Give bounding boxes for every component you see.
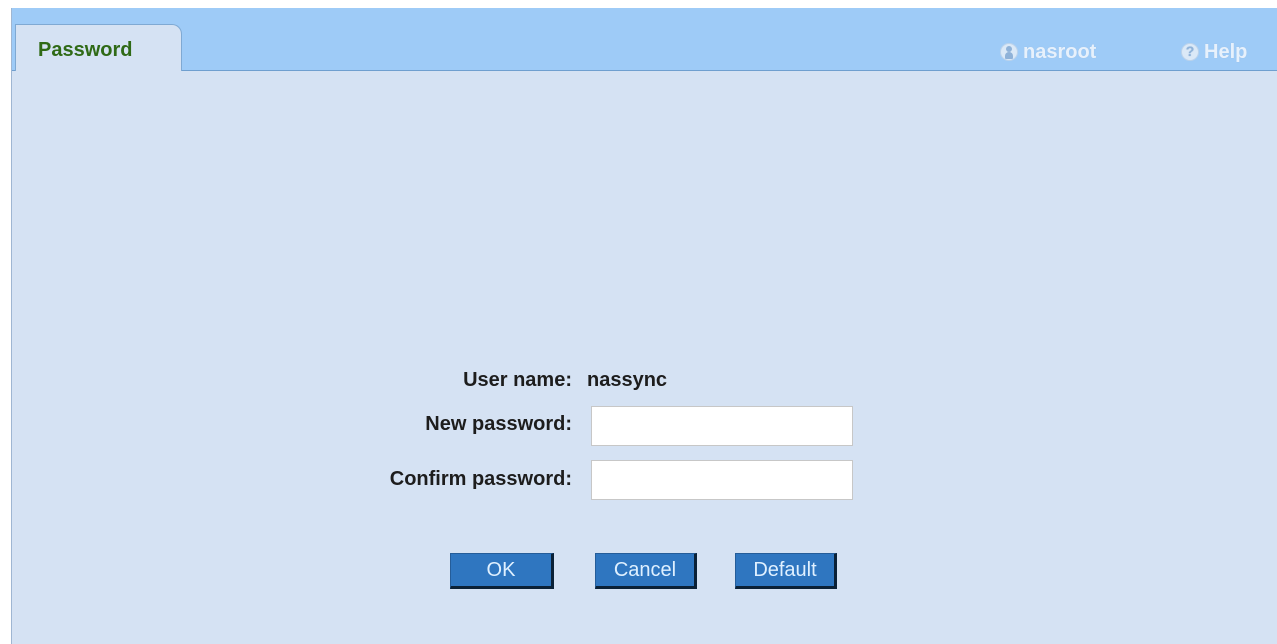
default-button[interactable]: Default: [735, 553, 837, 589]
confirm-password-input[interactable]: [591, 460, 853, 500]
password-page: Password nasroot ? Help User name: nassy…: [11, 8, 1277, 644]
confirm-password-label: Confirm password:: [389, 468, 572, 490]
help-link-label: Help: [1204, 40, 1248, 63]
username-label: User name:: [463, 369, 572, 391]
user-link-label: nasroot: [1023, 40, 1097, 63]
username-value: nassync: [587, 369, 668, 391]
new-password-input[interactable]: [591, 406, 853, 446]
top-bar: Password nasroot ? Help: [12, 8, 1277, 71]
help-icon: ?: [1181, 43, 1199, 61]
tab-password[interactable]: Password: [15, 24, 182, 71]
tab-password-label: Password: [38, 39, 133, 61]
help-link[interactable]: ? Help: [1181, 40, 1247, 64]
cancel-button[interactable]: Cancel: [595, 553, 697, 589]
ok-button[interactable]: OK: [450, 553, 554, 589]
new-password-label: New password:: [425, 413, 572, 435]
user-icon: [1000, 43, 1018, 61]
user-link[interactable]: nasroot: [1000, 40, 1096, 64]
